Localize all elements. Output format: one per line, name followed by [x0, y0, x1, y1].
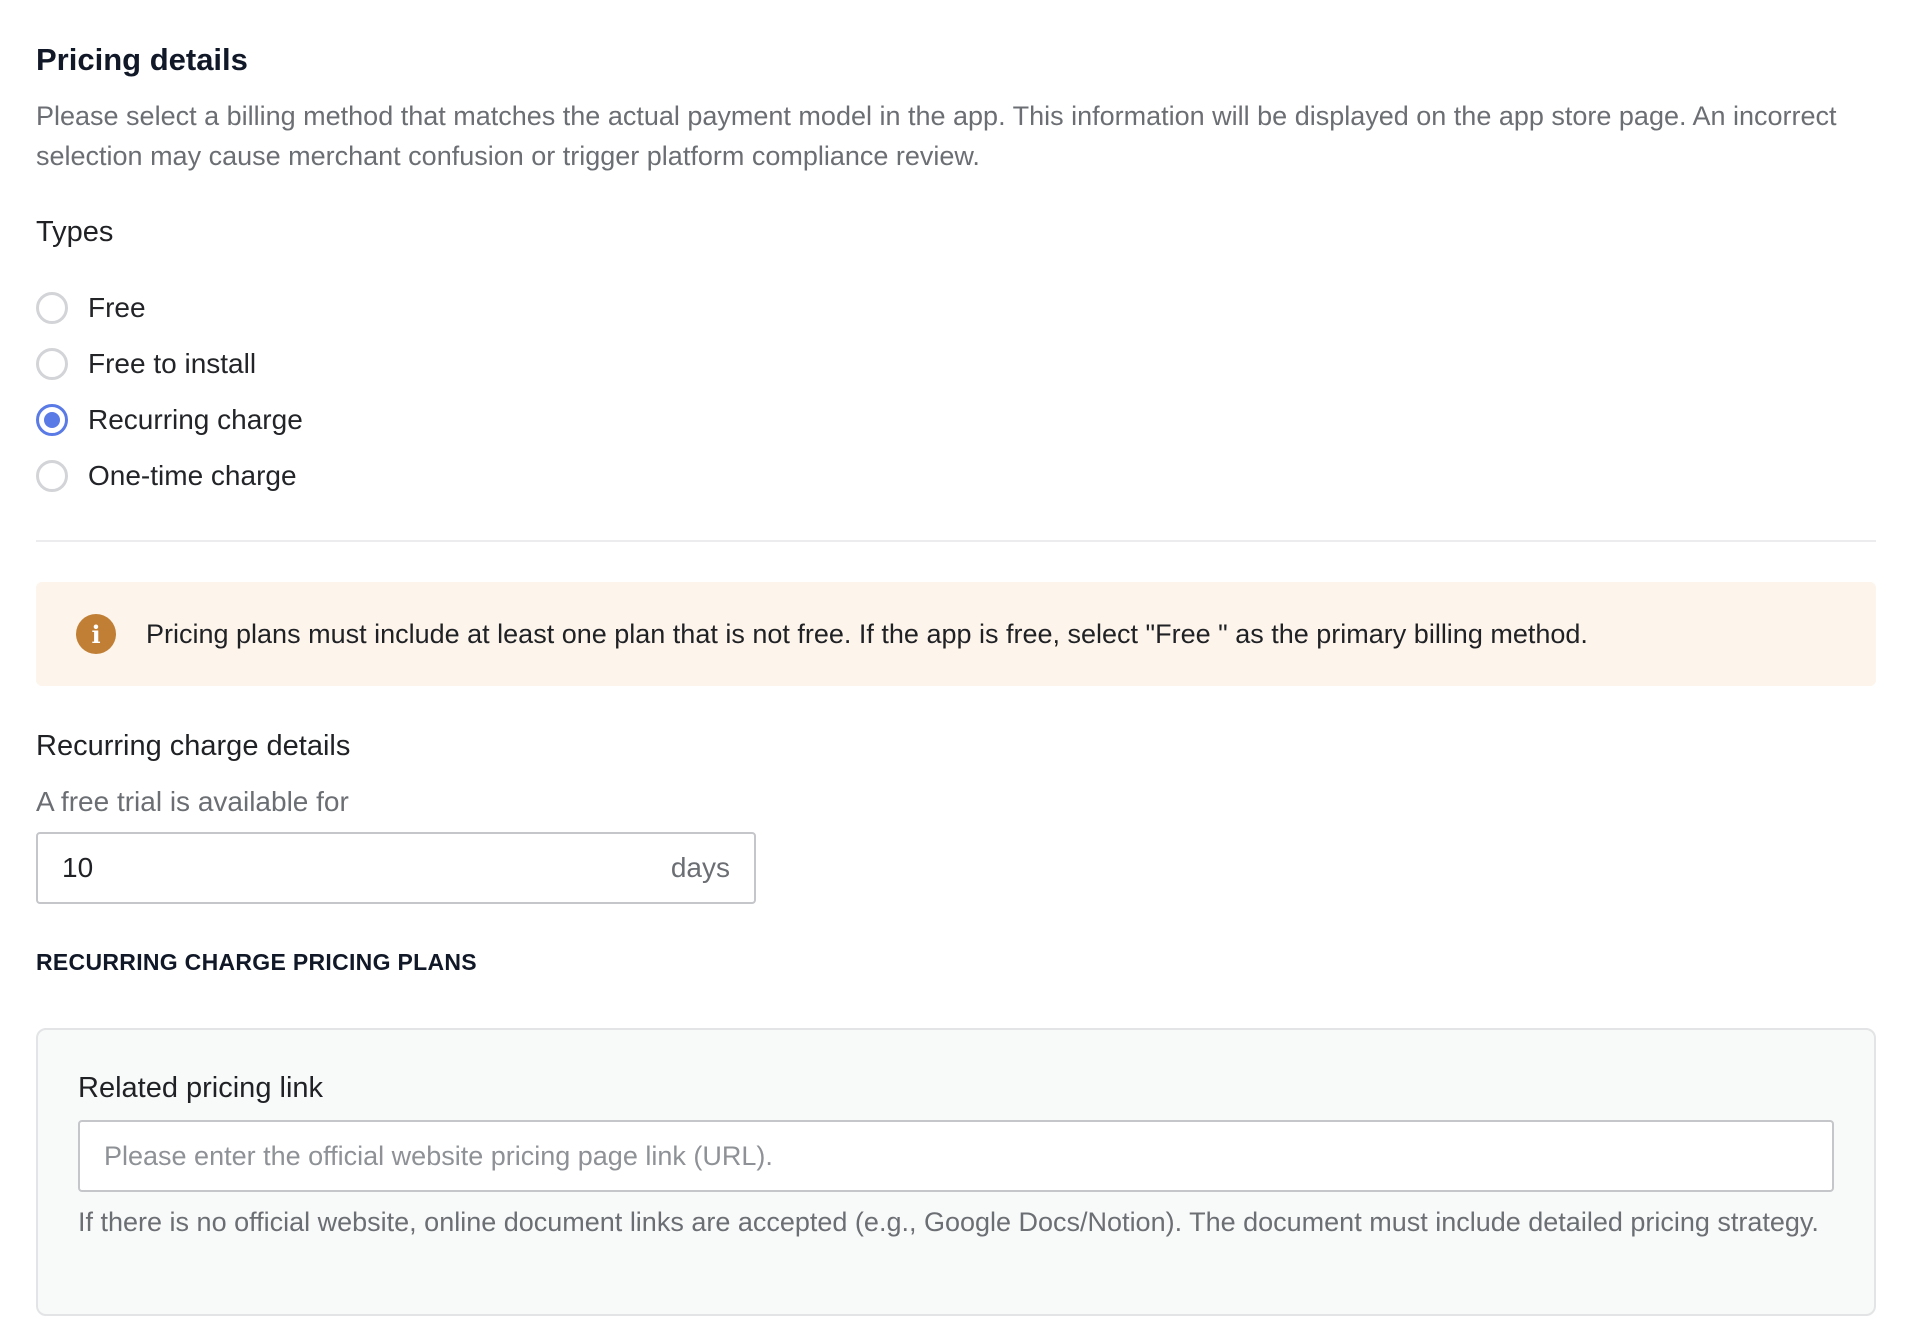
radio-label: Free to install [88, 348, 257, 379]
section-description: Please select a billing method that matc… [36, 101, 1837, 171]
free-trial-label: A free trial is available for [36, 786, 349, 817]
radio-button[interactable] [36, 292, 68, 324]
free-trial-days-value[interactable]: 10 [62, 852, 671, 884]
recurring-charge-details-title: Recurring charge details [36, 730, 351, 762]
info-icon: i [76, 614, 116, 654]
radio-label: One-time charge [88, 460, 297, 491]
warning-banner: i Pricing plans must include at least on… [36, 582, 1876, 686]
radio-option-free[interactable]: Free [36, 280, 1876, 336]
types-label: Types [36, 216, 114, 248]
radio-button[interactable] [36, 404, 68, 436]
pricing-link-input[interactable] [78, 1120, 1834, 1192]
free-trial-days-input[interactable]: 10 days [36, 832, 756, 904]
pricing-plans-heading: RECURRING CHARGE PRICING PLANS [36, 949, 477, 975]
radio-button[interactable] [36, 348, 68, 380]
section-divider [36, 540, 1876, 542]
section-title: Pricing details [36, 42, 248, 77]
pricing-details-section: Pricing details Please select a billing … [36, 38, 1876, 1316]
radio-label: Recurring charge [88, 404, 303, 435]
radio-button[interactable] [36, 460, 68, 492]
billing-type-radio-group: Free Free to install Recurring charge On… [36, 280, 1876, 504]
days-suffix: days [670, 852, 730, 883]
radio-option-one-time-charge[interactable]: One-time charge [36, 448, 1876, 504]
pricing-link-help-text: If there is no official website, online … [78, 1207, 1819, 1237]
radio-label: Free [88, 292, 146, 323]
radio-option-free-to-install[interactable]: Free to install [36, 336, 1876, 392]
radio-option-recurring-charge[interactable]: Recurring charge [36, 392, 1876, 448]
pricing-link-card: Related pricing link If there is no offi… [36, 1028, 1876, 1316]
pricing-link-label: Related pricing link [78, 1072, 324, 1104]
warning-text: Pricing plans must include at least one … [146, 619, 1588, 649]
